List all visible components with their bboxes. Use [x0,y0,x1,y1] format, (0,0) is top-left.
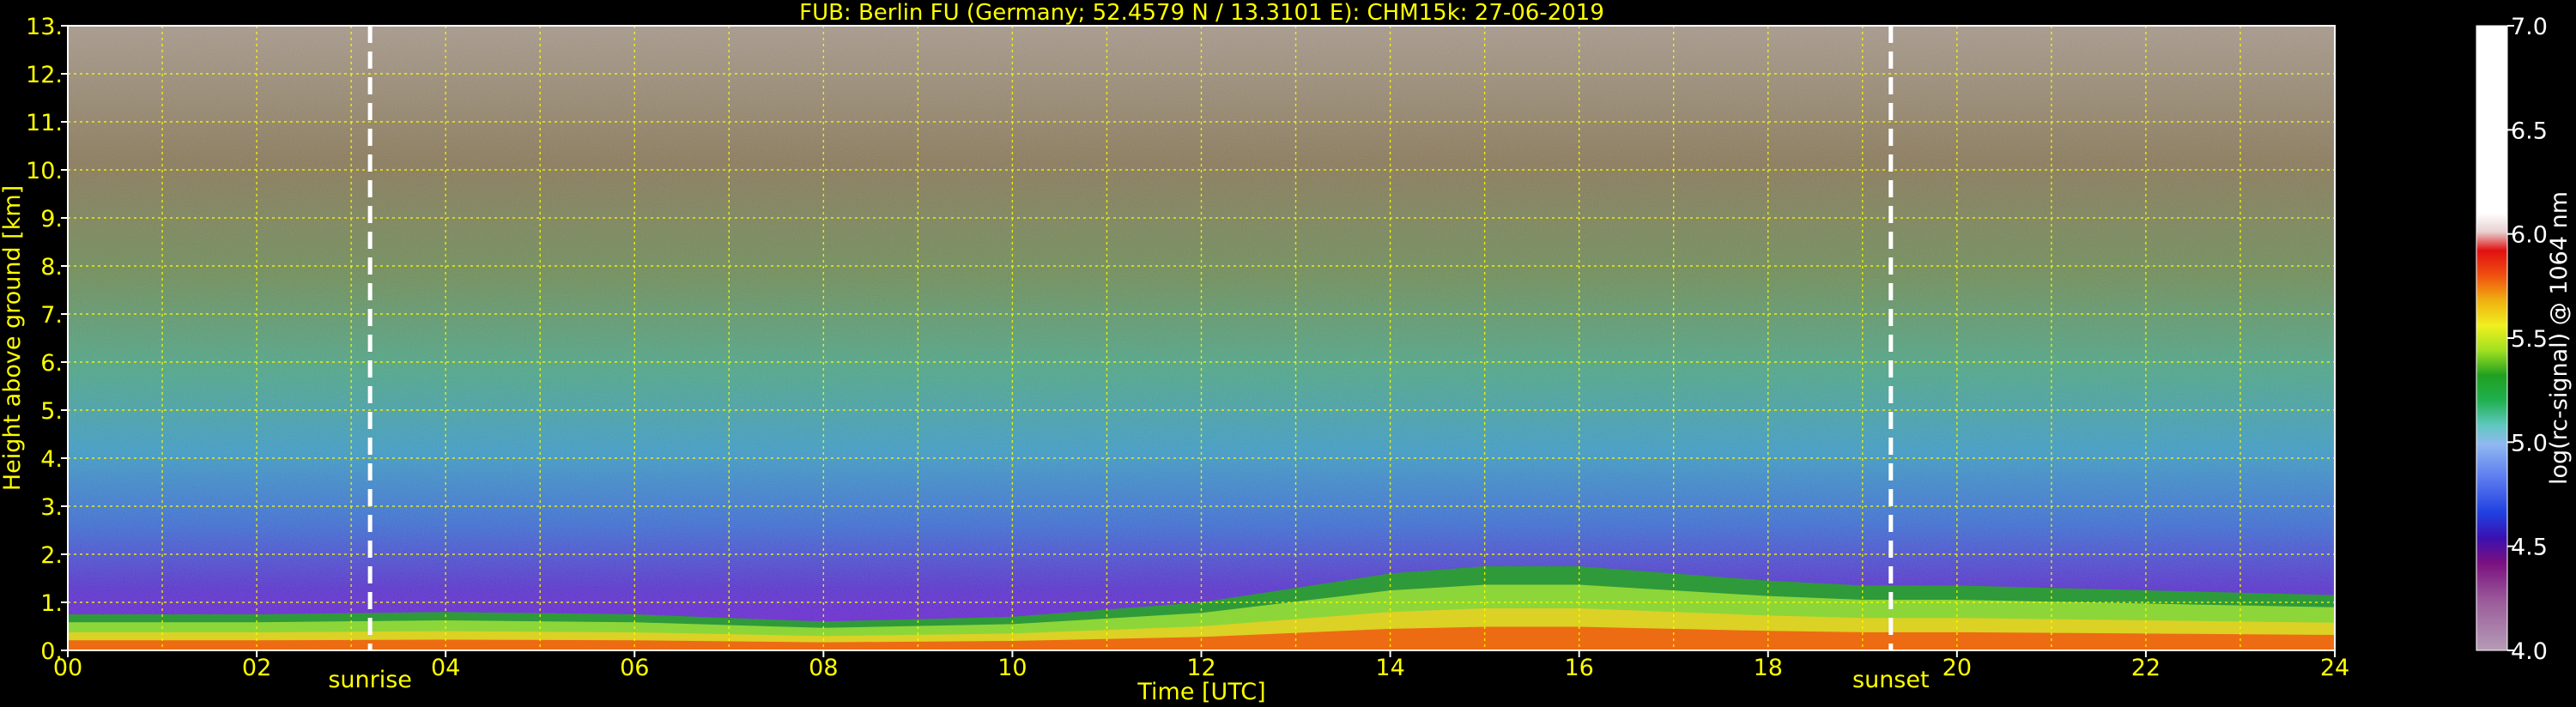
y-tick-label: 8. [40,254,63,281]
plot-area [68,26,2335,650]
chart-title: FUB: Berlin FU (Germany; 52.4579 N / 13.… [799,0,1604,26]
y-tick-label: 4. [40,446,63,473]
y-axis-ticks: 0.1.2.3.4.5.6.7.8.9.10.11.12.13. [26,14,68,665]
x-tick-label: 10 [997,655,1027,681]
colorbar-tick-label: 5.5 [2511,326,2548,353]
colorbar-ticks: 4.0 4.5 5.0 5.5 6.0 6.5 7.0 [2507,14,2548,665]
y-tick-label: 10. [26,158,63,184]
x-tick-label: 22 [2131,655,2161,681]
y-tick-label: 6. [40,350,63,377]
y-tick-label: 2. [40,542,63,569]
y-tick-label: 7. [40,302,63,329]
y-tick-label: 11. [26,110,63,136]
x-tick-label: 02 [242,655,271,681]
x-tick-label: 04 [431,655,460,681]
y-tick-label: 9. [40,206,63,233]
colorbar-tick-label: 4.0 [2511,638,2548,665]
x-tick-label: 06 [620,655,649,681]
x-tick-label: 24 [2320,655,2349,681]
x-tick-label: 08 [809,655,838,681]
y-tick-label: 5. [40,398,63,425]
colorbar-scale [2476,25,2508,651]
colorbar-tick-label: 4.5 [2511,535,2548,561]
marker-label: sunrise [328,667,412,693]
y-axis-label: Height above ground [km] [0,185,26,491]
x-axis-label: Time [UTC] [1136,679,1265,705]
y-tick-label: 1. [40,590,63,617]
colorbar-tick-label: 6.5 [2511,118,2548,144]
colorbar-label: log(rc-signal) @ 1064 nm [2546,191,2573,485]
colorbar-tick-label: 6.0 [2511,222,2548,249]
colorbar-tick-label: 5.0 [2511,430,2548,456]
x-tick-label: 16 [1564,655,1593,681]
y-tick-label: 3. [40,494,63,521]
x-tick-label: 20 [1943,655,1972,681]
sun-marker-labels: sunrise sunset [328,667,1929,693]
ceilometer-chart: FUB: Berlin FU (Germany; 52.4579 N / 13.… [0,0,2573,705]
colorbar-tick-label: 7.0 [2511,14,2548,40]
x-tick-label: 00 [53,655,82,681]
x-tick-label: 14 [1375,655,1404,681]
y-tick-label: 13. [26,14,63,40]
colorbar: 4.0 4.5 5.0 5.5 6.0 6.5 7.0 log(rc-signal) @ 1… [2476,14,2573,665]
x-tick-label: 12 [1186,655,1215,681]
x-tick-label: 18 [1754,655,1783,681]
marker-label: sunset [1852,667,1930,693]
y-tick-label: 12. [26,62,63,88]
